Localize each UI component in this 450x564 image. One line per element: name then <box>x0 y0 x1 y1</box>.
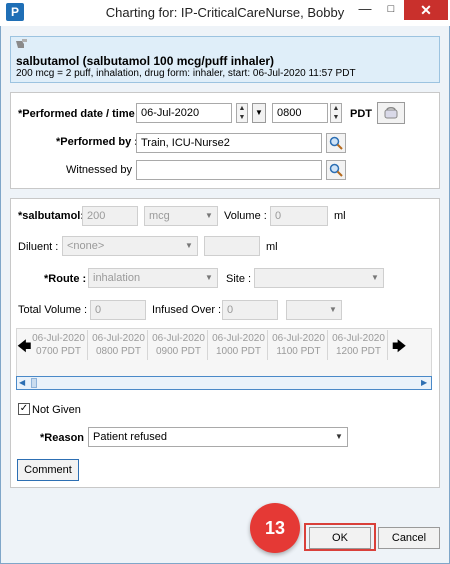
ok-button[interactable]: OK <box>309 527 371 549</box>
diluent-unit-label: ml <box>266 241 278 253</box>
date-spinner[interactable]: ▲ ▼ <box>236 103 248 123</box>
chevron-down-icon: ▼ <box>185 241 193 250</box>
timeline-column[interactable]: 06-Jul-2020 1200 PDT <box>330 330 388 360</box>
dose-unit-value: mcg <box>149 210 170 222</box>
performed-by-label: *Performed by : <box>56 136 138 148</box>
diluent-value: <none> <box>67 240 105 252</box>
minimize-button[interactable]: — <box>352 0 378 20</box>
performed-date-input[interactable]: 06-Jul-2020 <box>136 103 232 123</box>
horizontal-scrollbar[interactable]: ◀ ▶ <box>16 376 432 390</box>
cancel-button[interactable]: Cancel <box>378 527 440 549</box>
inhaler-icon <box>14 38 30 50</box>
medication-name: salbutamol (salbutamol 100 mcg/puff inha… <box>16 54 275 68</box>
chevron-down-icon: ▼ <box>335 432 343 441</box>
timeline-time: 1200 PDT <box>335 346 382 357</box>
not-given-checkbox[interactable]: ✓ <box>18 403 30 415</box>
timeline-date: 06-Jul-2020 <box>332 333 385 344</box>
volume-label: Volume : <box>224 210 267 222</box>
site-label: Site : <box>226 273 252 285</box>
date-dropdown-button[interactable]: ▼ <box>252 103 266 123</box>
reason-select[interactable]: Patient refused ▼ <box>88 427 348 447</box>
total-volume-input[interactable]: 0 <box>90 300 146 320</box>
dose-label: *salbutamol: <box>18 210 85 222</box>
performed-time-input[interactable]: 0800 <box>272 103 328 123</box>
timeline-time: 1100 PDT <box>276 346 321 357</box>
dose-unit-select[interactable]: mcg ▼ <box>144 206 218 226</box>
chevron-down-icon: ▼ <box>371 273 379 282</box>
comment-button[interactable]: Comment <box>17 459 79 481</box>
performed-date-label: *Performed date / time : <box>18 108 142 120</box>
timezone-label: PDT <box>350 108 372 120</box>
route-value: inhalation <box>93 272 141 284</box>
volume-input[interactable]: 0 <box>270 206 328 226</box>
chevron-down-icon: ▼ <box>205 211 213 220</box>
witnessed-by-input[interactable] <box>136 160 322 180</box>
timeline-date: 06-Jul-2020 <box>212 333 265 344</box>
timeline-time: 0900 PDT <box>155 346 202 357</box>
timeline-column[interactable]: 06-Jul-2020 1000 PDT <box>210 330 268 360</box>
infused-over-label: Infused Over : <box>152 304 222 316</box>
total-volume-label: Total Volume : <box>18 304 88 316</box>
magnifier-icon <box>329 163 343 177</box>
scroll-thumb[interactable] <box>31 378 37 388</box>
timeline-column[interactable]: 06-Jul-2020 1100 PDT <box>270 330 328 360</box>
timeline-date: 06-Jul-2020 <box>272 333 325 344</box>
timeline-date: 06-Jul-2020 <box>32 333 85 344</box>
volume-unit-label: ml <box>334 210 346 222</box>
timeline-column[interactable]: 06-Jul-2020 0700 PDT <box>30 330 88 360</box>
not-given-label: Not Given <box>32 404 81 416</box>
reason-label: *Reason : <box>40 432 91 444</box>
route-label: *Route : <box>44 273 87 285</box>
dose-input[interactable]: 200 <box>82 206 138 226</box>
timeline-time: 0800 PDT <box>95 346 142 357</box>
maximize-button[interactable]: □ <box>378 0 404 20</box>
timeline-column[interactable]: 06-Jul-2020 0800 PDT <box>90 330 148 360</box>
performed-by-input[interactable]: Train, ICU-Nurse2 <box>136 133 322 153</box>
magnifier-icon <box>329 136 343 150</box>
route-select[interactable]: inhalation ▼ <box>88 268 218 288</box>
scroll-right-icon[interactable]: ▶ <box>421 378 427 387</box>
bag-icon-button[interactable] <box>377 102 405 124</box>
time-spinner[interactable]: ▲ ▼ <box>330 103 342 123</box>
infused-unit-select[interactable]: ▼ <box>286 300 342 320</box>
timeline-column[interactable]: 06-Jul-2020 0900 PDT <box>150 330 208 360</box>
infused-over-input[interactable]: 0 <box>222 300 278 320</box>
witnessed-by-label: Witnessed by : <box>66 164 139 176</box>
medication-detail: 200 mcg = 2 puff, inhalation, drug form:… <box>16 68 356 79</box>
witnessed-by-lookup-button[interactable] <box>326 160 346 180</box>
timeline-time: 1000 PDT <box>215 346 262 357</box>
bag-icon <box>384 107 398 119</box>
timeline-time: 0700 PDT <box>35 346 82 357</box>
timeline-date: 06-Jul-2020 <box>92 333 145 344</box>
timeline-date: 06-Jul-2020 <box>152 333 205 344</box>
reason-value: Patient refused <box>93 431 167 443</box>
site-select[interactable]: ▼ <box>254 268 384 288</box>
chevron-down-icon: ▼ <box>329 305 337 314</box>
close-button[interactable]: ✕ <box>404 0 448 20</box>
scroll-right-arrow-icon[interactable]: 🡆 <box>392 336 406 360</box>
diluent-select[interactable]: <none> ▼ <box>62 236 198 256</box>
performed-by-lookup-button[interactable] <box>326 133 346 153</box>
step-badge: 13 <box>250 503 300 553</box>
diluent-amount-input[interactable] <box>204 236 260 256</box>
diluent-label: Diluent : <box>18 241 59 253</box>
chevron-down-icon: ▼ <box>205 273 213 282</box>
scroll-left-icon[interactable]: ◀ <box>19 378 25 387</box>
